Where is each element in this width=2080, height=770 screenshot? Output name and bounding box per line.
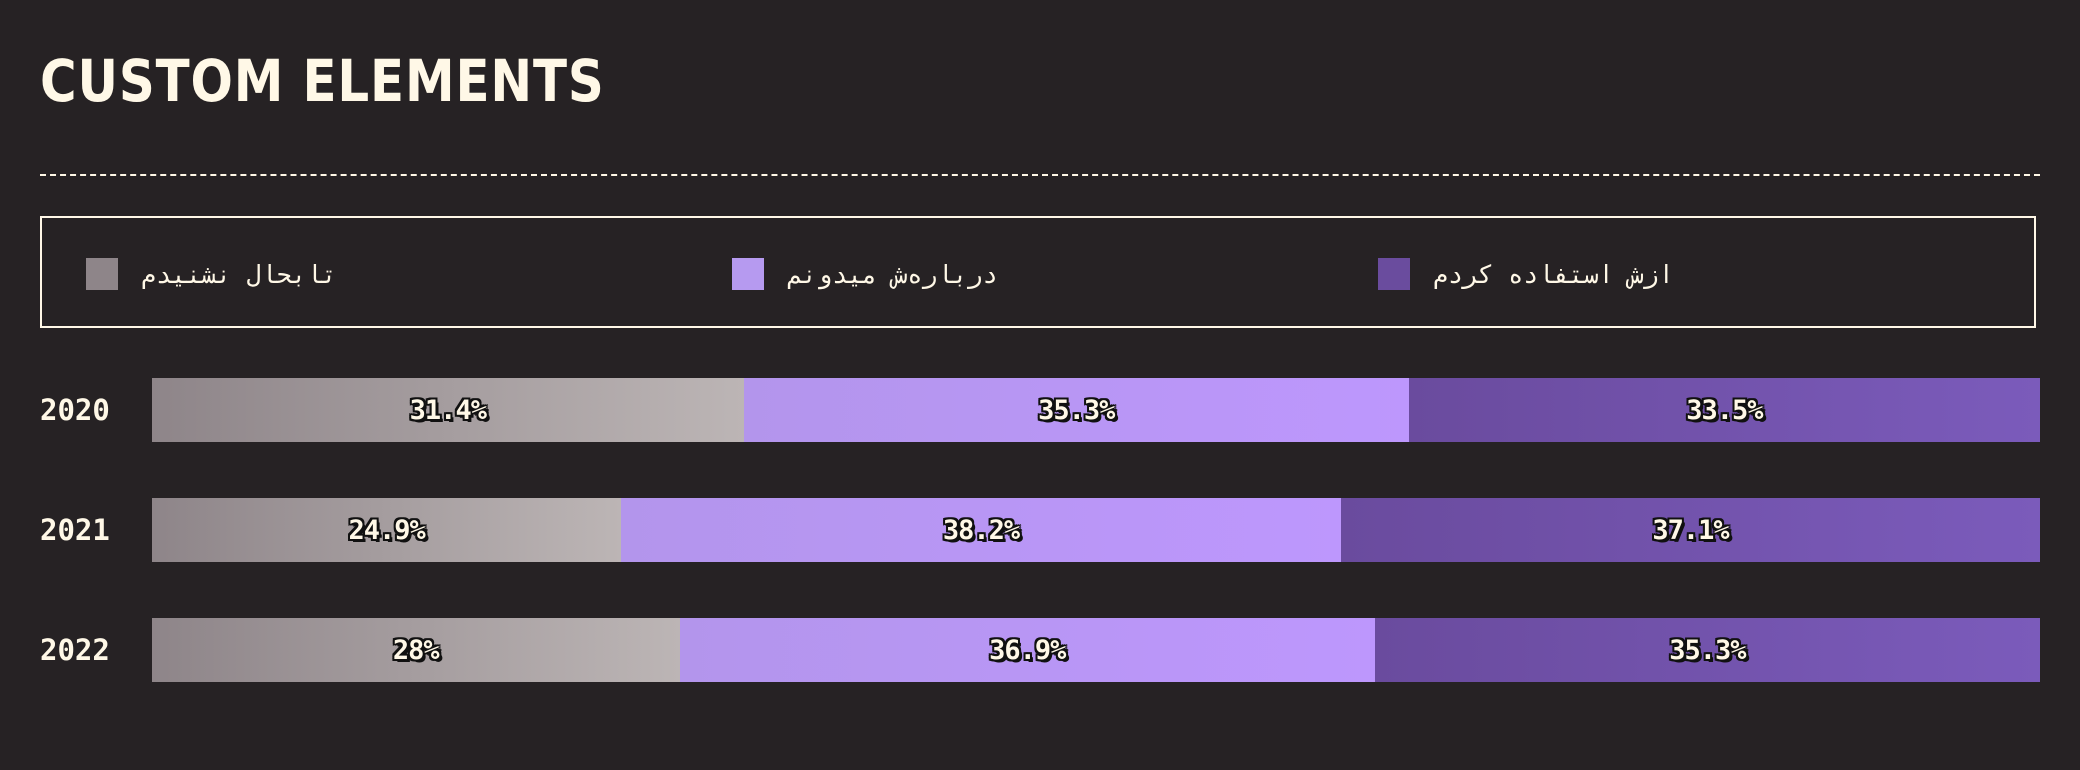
data-label: 28% <box>392 634 440 666</box>
bar-row-2021: 2021 24.9% 38.2% 37.1% <box>40 498 2040 562</box>
category-label: 2021 <box>40 513 110 547</box>
category-label: 2020 <box>40 393 110 427</box>
stacked-bar: 28% 36.9% 35.3% <box>152 618 2040 682</box>
bar-segment-2021-1[interactable]: 24.9% <box>152 498 622 562</box>
title-divider <box>40 174 2040 176</box>
legend-item-know-about[interactable]: درباره‌ش میدونم <box>732 258 998 290</box>
data-label: 35.3% <box>1038 394 1115 426</box>
data-label: 24.9% <box>348 514 425 546</box>
data-label: 38.2% <box>942 514 1020 546</box>
chart-title: CUSTOM ELEMENTS <box>40 47 605 115</box>
data-label: 37.1% <box>1652 514 1729 546</box>
bar-segment-2020-3[interactable]: 33.5% <box>1408 378 2040 442</box>
legend-item-never-heard[interactable]: تابحال نشنیدم <box>86 258 337 290</box>
data-label: 31.4% <box>409 394 487 426</box>
legend: تابحال نشنیدم درباره‌ش میدونم ازش استفاد… <box>40 216 2036 328</box>
legend-label: درباره‌ش میدونم <box>787 259 998 289</box>
legend-swatch <box>86 258 118 290</box>
data-label: 33.5% <box>1686 394 1763 426</box>
legend-swatch <box>1378 258 1410 290</box>
category-label: 2022 <box>40 633 110 667</box>
legend-label: ازش استفاده کردم <box>1433 259 1674 289</box>
bar-row-2022: 2022 28% 36.9% 35.3% <box>40 618 2040 682</box>
stacked-bar: 24.9% 38.2% 37.1% <box>152 498 2040 562</box>
bar-segment-2022-3[interactable]: 35.3% <box>1374 618 2040 682</box>
bar-segment-2022-1[interactable]: 28% <box>152 618 680 682</box>
bar-segment-2020-1[interactable]: 31.4% <box>152 378 744 442</box>
bar-row-2020: 2020 31.4% 35.3% 33.5% <box>40 378 2040 442</box>
bar-segment-2022-2[interactable]: 36.9% <box>679 618 1375 682</box>
legend-swatch <box>732 258 764 290</box>
legend-item-used-it[interactable]: ازش استفاده کردم <box>1378 258 1674 290</box>
legend-label: تابحال نشنیدم <box>141 259 337 289</box>
data-label: 35.3% <box>1669 634 1746 666</box>
bar-segment-2020-2[interactable]: 35.3% <box>743 378 1409 442</box>
stacked-bar: 31.4% 35.3% 33.5% <box>152 378 2040 442</box>
bar-segment-2021-2[interactable]: 38.2% <box>621 498 1341 562</box>
bar-segment-2021-3[interactable]: 37.1% <box>1340 498 2040 562</box>
data-label: 36.9% <box>989 634 1066 666</box>
